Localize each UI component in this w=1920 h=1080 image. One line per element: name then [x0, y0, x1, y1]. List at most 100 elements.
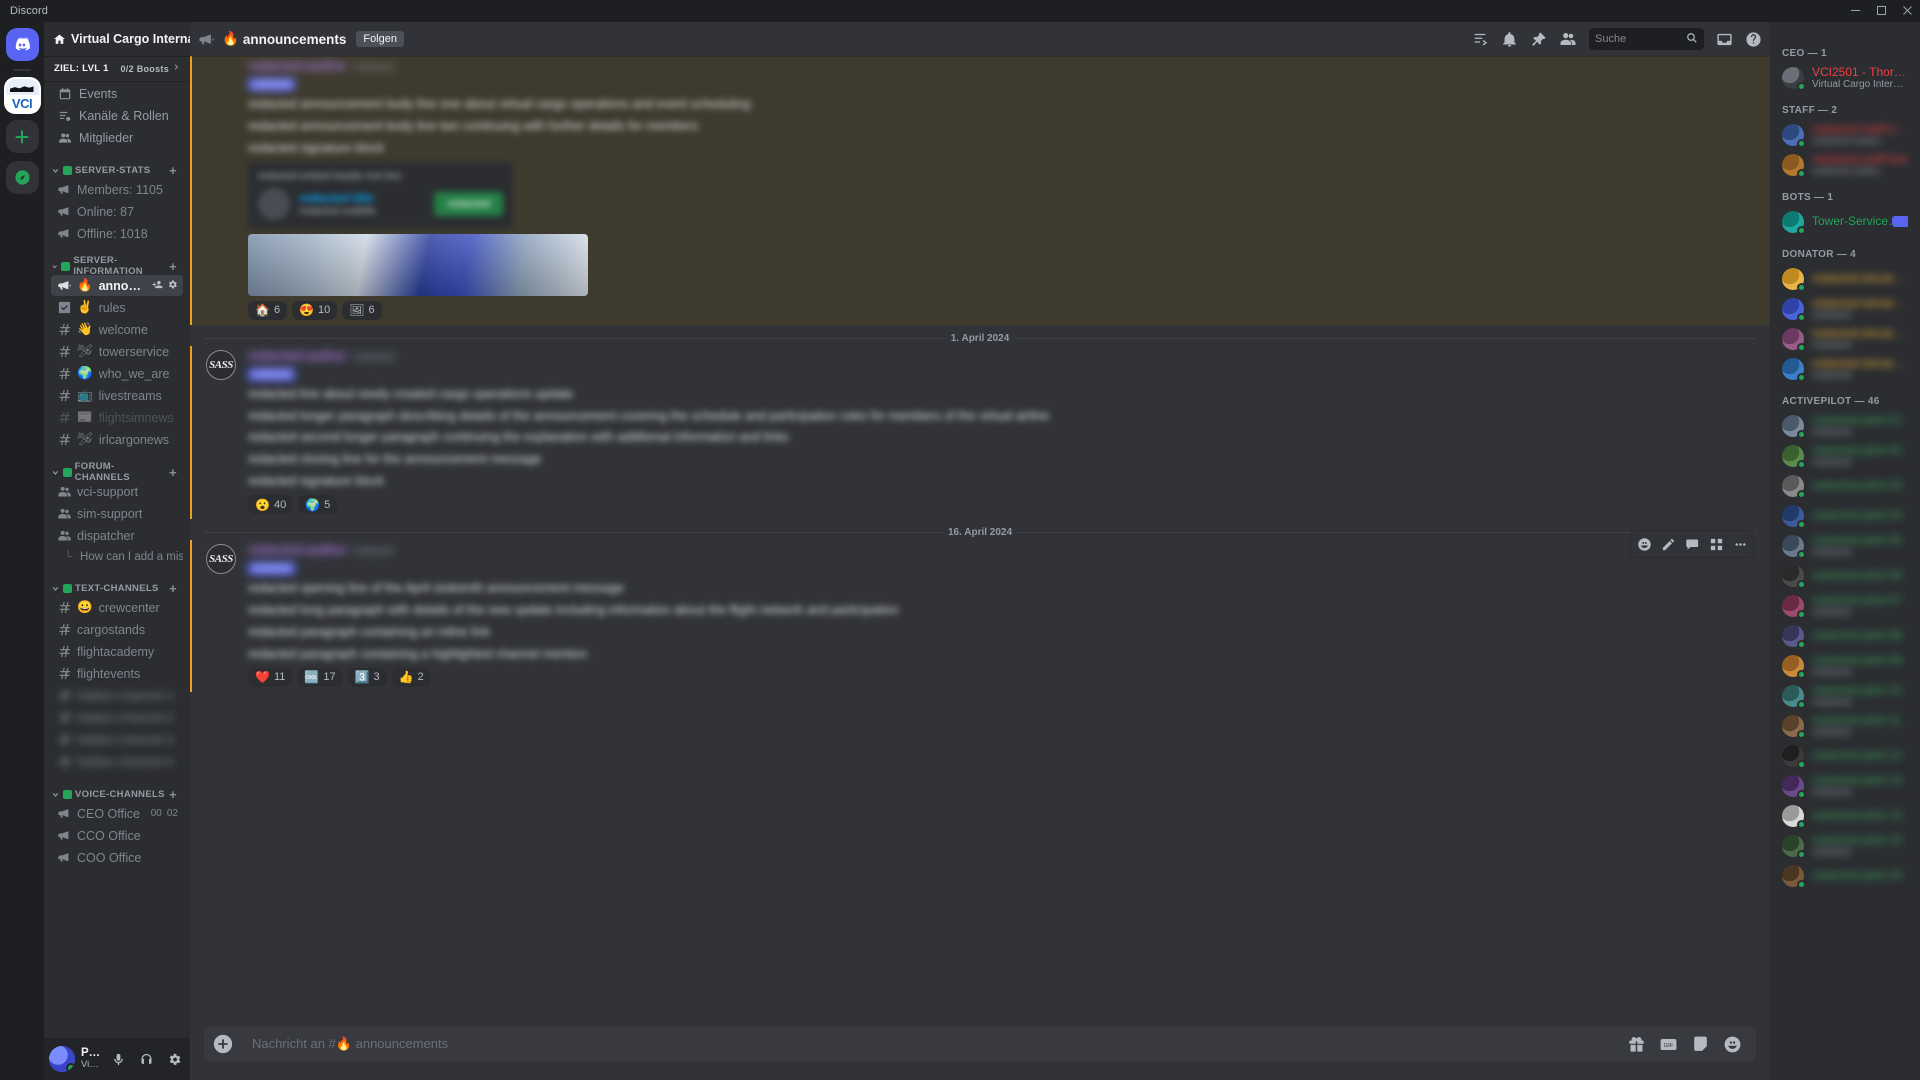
- edit-icon[interactable]: [1657, 533, 1679, 555]
- reaction-button[interactable]: 👍 2: [391, 667, 431, 687]
- member-item[interactable]: redacted-pilot-07 redacted: [1776, 591, 1914, 621]
- invite-icon[interactable]: [152, 279, 163, 293]
- explore-servers-button[interactable]: [5, 161, 39, 194]
- member-item[interactable]: redacted-pilot-14: [1776, 801, 1914, 831]
- member-item[interactable]: redacted-pilot-05 redacted: [1776, 531, 1914, 561]
- bell-icon[interactable]: [1501, 31, 1518, 48]
- message-group[interactable]: redacted-author redacted redacted redacted …: [190, 56, 1770, 325]
- member-item[interactable]: redacted-pilot-02 redacted: [1776, 441, 1914, 471]
- channel-livestreams[interactable]: 📺 livestreams: [51, 385, 183, 406]
- member-item[interactable]: redacted-pilot-01 redacted: [1776, 411, 1914, 441]
- category-text-channels[interactable]: TEXT-CHANNELS +: [47, 580, 183, 596]
- create-channel-icon[interactable]: +: [169, 466, 179, 479]
- channel-towerservice[interactable]: 🛩 towerservice: [51, 341, 183, 362]
- minimize-button[interactable]: [1850, 5, 1862, 17]
- embed-title[interactable]: redacted title: [299, 191, 425, 205]
- channel-flightevents[interactable]: flightevents: [51, 663, 183, 684]
- avatar[interactable]: SASS: [206, 349, 236, 380]
- message-author[interactable]: redacted-author: [248, 348, 347, 363]
- channel-cargostands[interactable]: cargostands: [51, 619, 183, 640]
- category-server-stats[interactable]: SERVER-STATS +: [47, 162, 183, 178]
- message-group[interactable]: SASS redacted-author redacted redacted redac…: [190, 530, 1770, 692]
- channel-sim-support[interactable]: sim-support: [51, 503, 183, 524]
- channel-rules[interactable]: ✌️ rules: [51, 297, 183, 318]
- sidebar-nav-events[interactable]: Events: [51, 83, 183, 104]
- channel-ceo-office[interactable]: CEO Office 00 02: [51, 803, 183, 824]
- pin-icon[interactable]: [1530, 31, 1547, 48]
- member-list[interactable]: CEO — 1 VCI2501 - Thorsten Virtual Cargo I…: [1770, 22, 1920, 1080]
- attach-plus-button[interactable]: [204, 1026, 242, 1062]
- thread-icon[interactable]: [1681, 533, 1703, 555]
- add-server-button[interactable]: [5, 120, 39, 153]
- server-icon-vci[interactable]: VCI: [5, 79, 39, 112]
- member-item[interactable]: redacted-donator-one: [1776, 264, 1914, 294]
- message-author[interactable]: redacted-author: [248, 58, 347, 73]
- category-voice-channels[interactable]: VOICE-CHANNELS +: [47, 786, 183, 802]
- member-item[interactable]: redacted-donator-tworedacted: [1776, 294, 1914, 324]
- sidebar-nav-mitglieder[interactable]: Mitglieder: [51, 127, 183, 148]
- reaction-button[interactable]: ❤️ 11: [248, 667, 293, 687]
- category-server-information[interactable]: SERVER-INFORMATION +: [47, 255, 183, 277]
- channel-crewcenter[interactable]: 😀 crewcenter: [51, 597, 183, 618]
- headset-icon[interactable]: [135, 1048, 157, 1070]
- channel-flightsimnews[interactable]: 📰 flightsimnews: [51, 407, 183, 428]
- channel-list[interactable]: Events Kanäle & Rollen Mitglieder SERVER-ST…: [44, 82, 190, 1038]
- close-button[interactable]: [1902, 5, 1914, 17]
- channel-flightacademy[interactable]: flightacademy: [51, 641, 183, 662]
- microphone-icon[interactable]: [107, 1048, 129, 1070]
- avatar[interactable]: [49, 1046, 75, 1072]
- channel-irlcargonews[interactable]: 🛩 irlcargonews: [51, 429, 183, 450]
- create-channel-icon[interactable]: +: [169, 260, 179, 273]
- help-icon[interactable]: [1745, 31, 1762, 48]
- create-channel-icon[interactable]: +: [169, 582, 179, 595]
- more-icon[interactable]: [1729, 533, 1751, 555]
- home-button[interactable]: [5, 28, 39, 61]
- thread-item[interactable]: └ How can I add a missing ...: [60, 547, 183, 566]
- member-item[interactable]: Tower-ServiceAPP: [1776, 207, 1914, 237]
- message-group[interactable]: SASS redacted-author redacted redacted redac…: [190, 345, 1770, 519]
- channel-welcome[interactable]: 👋 welcome: [51, 319, 183, 340]
- sticker-icon[interactable]: [1691, 1035, 1710, 1054]
- reaction-button[interactable]: 3️⃣ 3: [347, 667, 387, 687]
- avatar[interactable]: SASS: [206, 544, 236, 574]
- message-image-attachment[interactable]: [248, 233, 588, 296]
- channel-hidden-channel-2[interactable]: hidden-channel-2: [51, 707, 183, 728]
- user-info[interactable]: PaintSplas... Virtual Cargo...: [81, 1047, 101, 1071]
- gear-icon[interactable]: [163, 1048, 185, 1070]
- reaction-button[interactable]: 😍 10: [292, 300, 338, 320]
- member-item[interactable]: redacted-donator-fourredacted: [1776, 354, 1914, 384]
- boost-progress-bar[interactable]: ZIEL: LVL 1 0/2 Boosts: [44, 56, 190, 82]
- channel-dispatcher[interactable]: dispatcher: [51, 525, 183, 546]
- message-input[interactable]: Nachricht an #🔥 announcements: [252, 1036, 1617, 1052]
- member-item[interactable]: redacted-pilot-09 redacted: [1776, 651, 1914, 681]
- channel-hidden-channel-4[interactable]: hidden-channel-4: [51, 751, 183, 772]
- inbox-icon[interactable]: [1716, 31, 1733, 48]
- member-item[interactable]: redacted-pilot-11 redacted: [1776, 711, 1914, 741]
- maximize-button[interactable]: [1876, 5, 1888, 17]
- add-reaction-icon[interactable]: [1633, 533, 1655, 555]
- apps-icon[interactable]: [1705, 533, 1727, 555]
- composer-box[interactable]: Nachricht an #🔥 announcements GIF: [204, 1026, 1756, 1062]
- gift-icon[interactable]: [1627, 1035, 1646, 1054]
- member-item[interactable]: redacted-pilot-15 redacted: [1776, 831, 1914, 861]
- member-item[interactable]: redacted-pilot-12: [1776, 741, 1914, 771]
- reaction-button[interactable]: 🌍 5: [298, 495, 338, 514]
- channel-announcements[interactable]: 🔥 announcements: [51, 275, 183, 296]
- message-scroller[interactable]: redacted-author redacted redacted redacted …: [190, 56, 1770, 1026]
- gif-icon[interactable]: GIF: [1659, 1035, 1678, 1054]
- create-channel-icon[interactable]: +: [169, 164, 179, 177]
- member-item[interactable]: redacted-pilot-04: [1776, 501, 1914, 531]
- channel-members-1105[interactable]: Members: 1105: [51, 179, 183, 200]
- member-item[interactable]: redacted-pilot-13 redacted: [1776, 771, 1914, 801]
- search-input[interactable]: [1595, 33, 1682, 45]
- reaction-button[interactable]: 😮 40: [248, 495, 294, 514]
- server-header-button[interactable]: Virtual Cargo Interna...: [44, 22, 190, 56]
- reaction-button[interactable]: 🏠 6: [248, 300, 288, 320]
- channel-cco-office[interactable]: CCO Office: [51, 825, 183, 846]
- embed-action-button[interactable]: redacted: [434, 191, 503, 216]
- member-item[interactable]: redacted-pilot-08: [1776, 621, 1914, 651]
- channel-settings-icon[interactable]: [167, 279, 178, 293]
- members-icon[interactable]: [1559, 30, 1577, 48]
- channel-hidden-channel-1[interactable]: hidden-channel-1: [51, 685, 183, 706]
- member-item[interactable]: redacted-donator-threeredacted: [1776, 324, 1914, 354]
